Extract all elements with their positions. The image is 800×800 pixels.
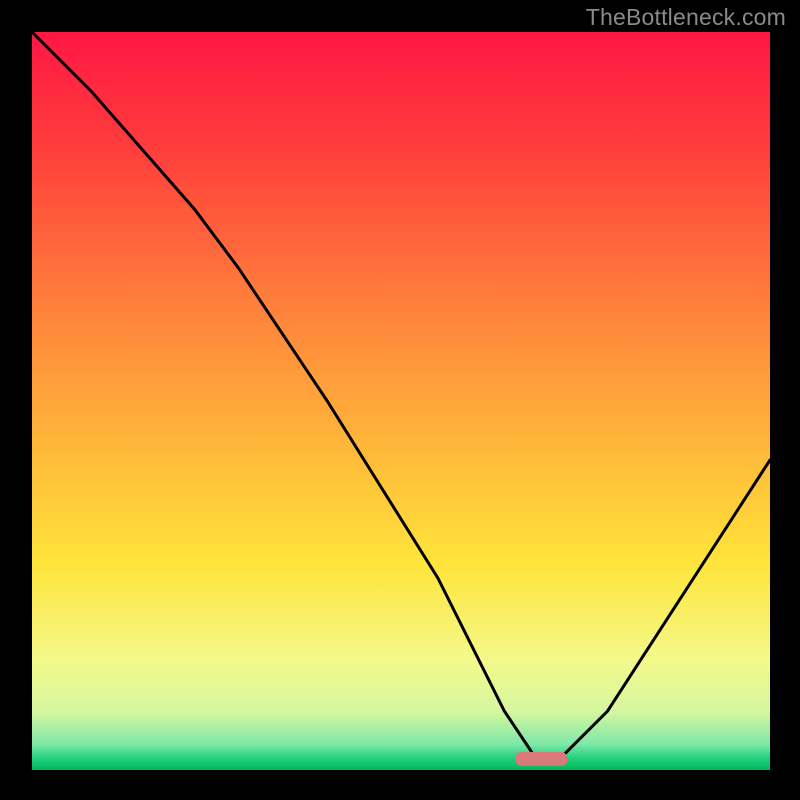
chart-frame: TheBottleneck.com — [0, 0, 800, 800]
gradient-background — [32, 32, 770, 770]
optimal-marker — [515, 752, 567, 766]
attribution-text: TheBottleneck.com — [586, 4, 786, 31]
plot-area — [32, 32, 770, 770]
chart-svg — [32, 32, 770, 770]
